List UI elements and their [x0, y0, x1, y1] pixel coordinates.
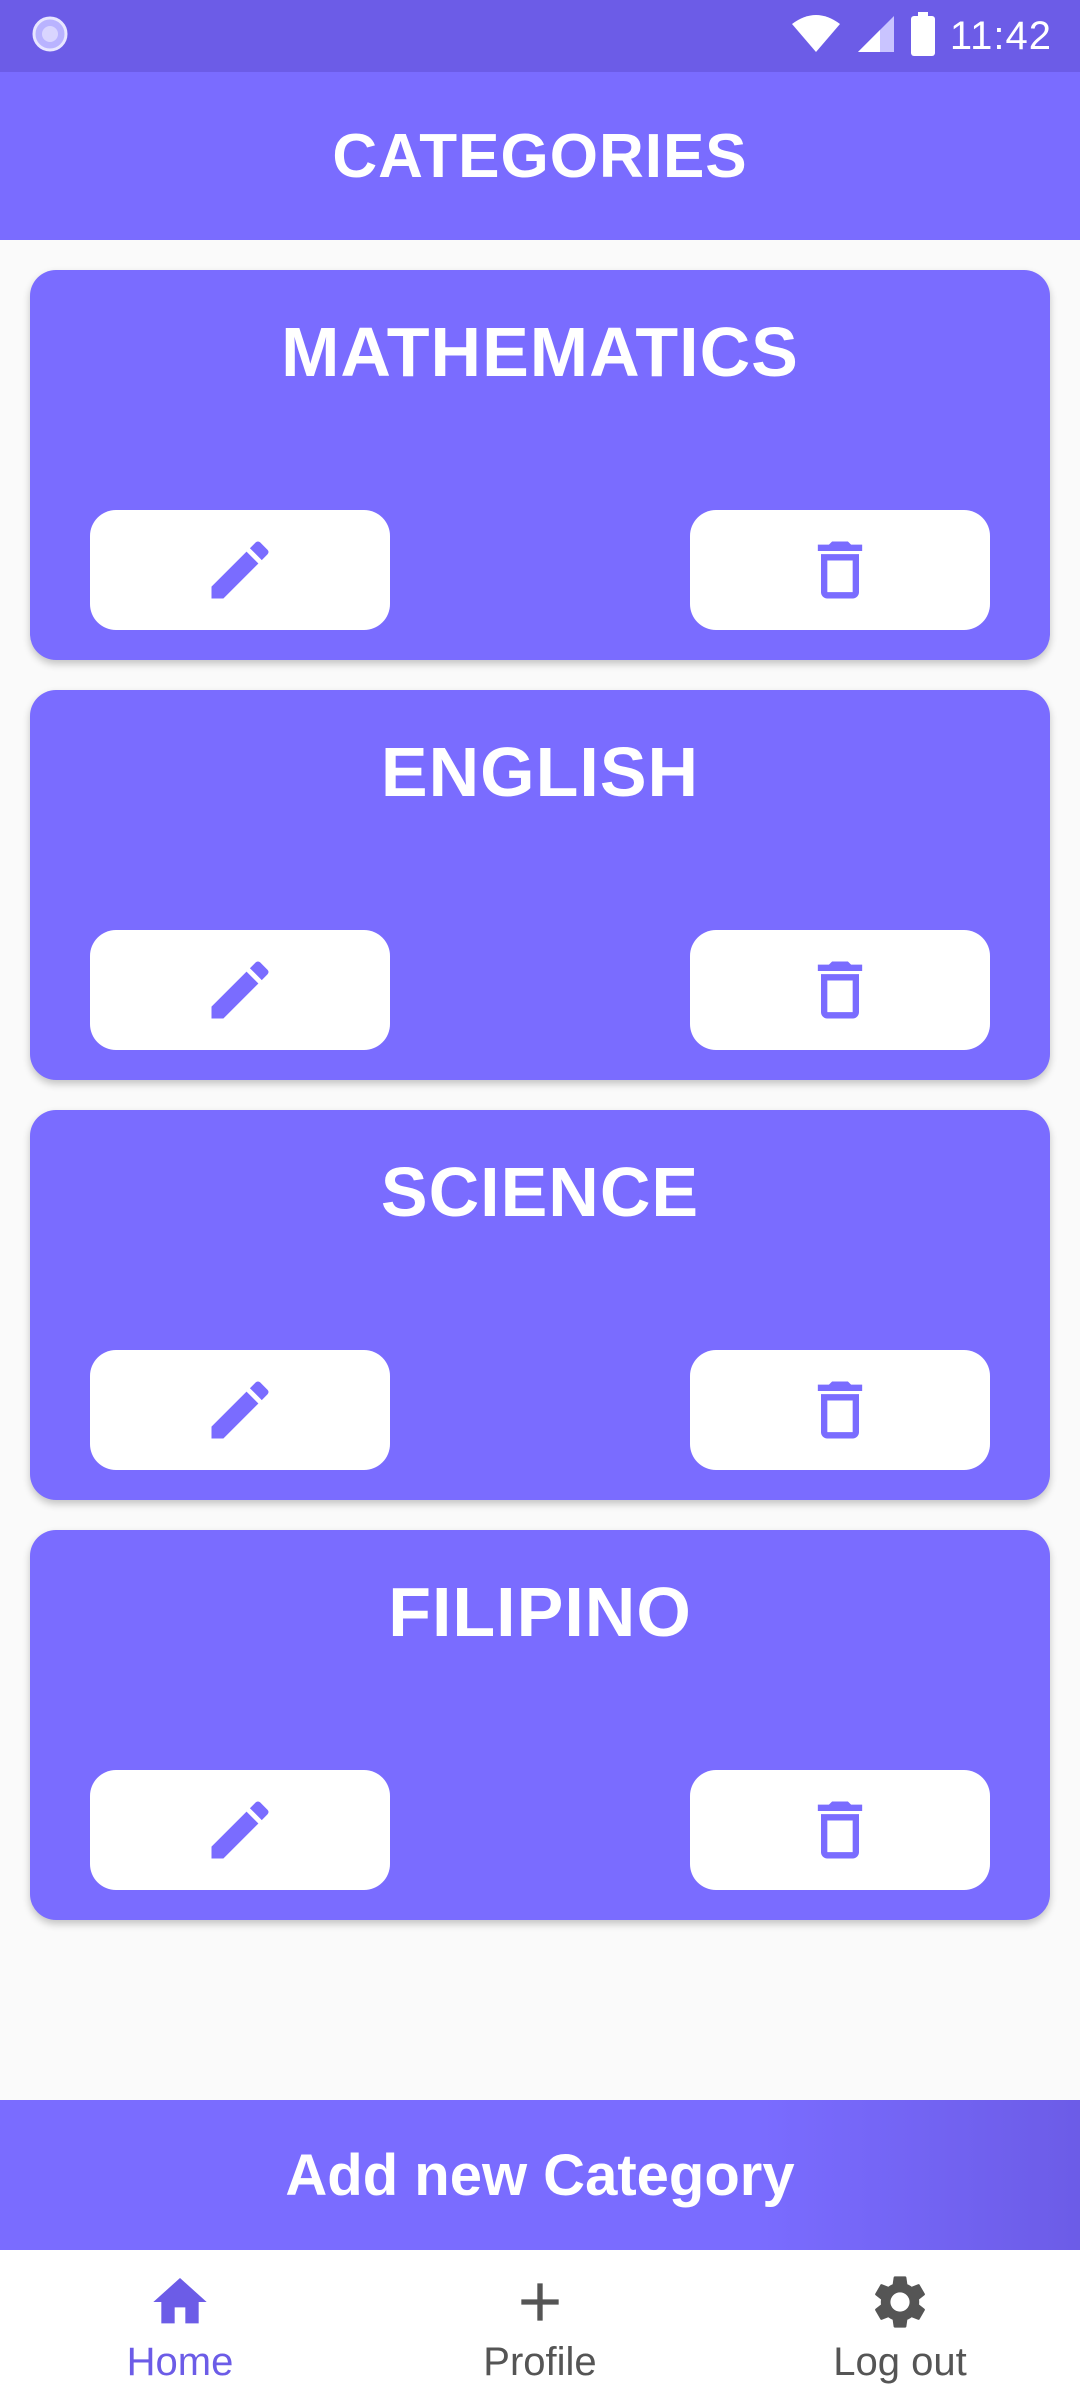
nav-item-home[interactable]: Home — [0, 2250, 360, 2400]
category-title: FILIPINO — [388, 1573, 692, 1651]
battery-icon — [910, 11, 936, 61]
wifi-icon — [790, 14, 842, 59]
plus-icon — [521, 2283, 559, 2321]
trash-icon — [817, 961, 863, 1019]
app-notification-icon — [30, 14, 70, 59]
nav-label-logout: Log out — [833, 2340, 967, 2384]
pencil-icon — [211, 1801, 269, 1859]
gear-icon — [875, 2276, 925, 2328]
status-bar: 11:42 — [0, 0, 1080, 72]
edit-category-button[interactable] — [90, 930, 390, 1050]
delete-category-button[interactable] — [690, 510, 990, 630]
delete-category-button[interactable] — [690, 930, 990, 1050]
category-card: MATHEMATICS — [30, 270, 1050, 660]
status-time: 11:42 — [949, 13, 1052, 58]
category-title: MATHEMATICS — [281, 313, 799, 391]
delete-category-button[interactable] — [690, 1350, 990, 1470]
nav-label-profile: Profile — [483, 2340, 597, 2384]
category-title: SCIENCE — [380, 1153, 700, 1231]
category-card: SCIENCE — [30, 1110, 1050, 1500]
category-title: ENGLISH — [380, 733, 700, 811]
pencil-icon — [211, 541, 269, 599]
cellular-signal-icon — [856, 14, 896, 59]
nav-item-logout[interactable]: Log out — [720, 2250, 1080, 2400]
trash-icon — [817, 1801, 863, 1859]
bottom-navigation: Home Profile Log out — [0, 2250, 1080, 2400]
edit-category-button[interactable] — [90, 1350, 390, 1470]
edit-category-button[interactable] — [90, 510, 390, 630]
page-title: CATEGORIES — [332, 121, 748, 191]
add-category-button[interactable]: Add new Category — [0, 2100, 1080, 2250]
trash-icon — [817, 541, 863, 599]
category-card: FILIPINO — [30, 1530, 1050, 1920]
nav-label-home: Home — [126, 2340, 234, 2384]
category-card: ENGLISH — [30, 690, 1050, 1080]
trash-icon — [817, 1381, 863, 1439]
app-bar: CATEGORIES — [0, 72, 1080, 240]
delete-category-button[interactable] — [690, 1770, 990, 1890]
edit-category-button[interactable] — [90, 1770, 390, 1890]
pencil-icon — [211, 961, 269, 1019]
pencil-icon — [211, 1381, 269, 1439]
home-icon — [153, 2278, 207, 2324]
nav-item-profile[interactable]: Profile — [360, 2250, 720, 2400]
